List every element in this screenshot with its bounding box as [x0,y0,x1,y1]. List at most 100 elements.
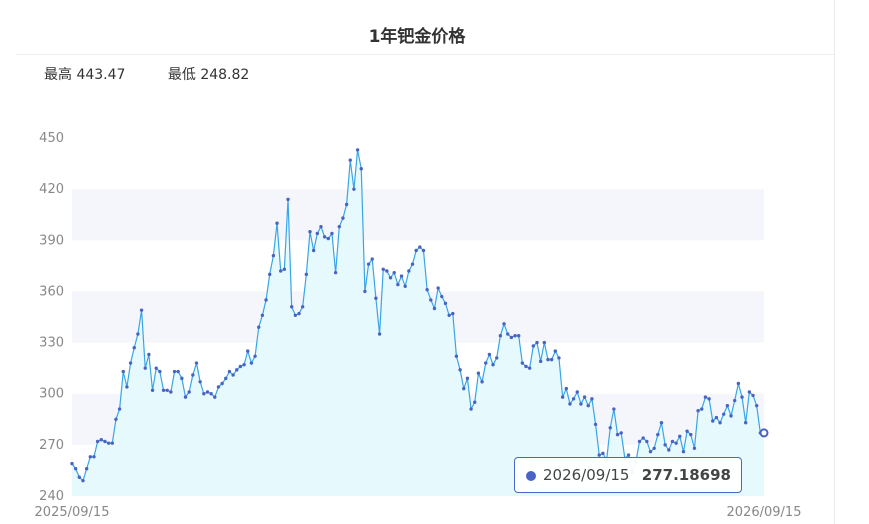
data-point [469,407,473,411]
data-point [700,407,704,411]
data-point [377,332,382,336]
data-point [495,356,499,360]
data-point [70,461,74,466]
data-point [703,395,708,399]
data-point [194,361,199,365]
data-point [99,438,103,442]
data-point [304,272,309,277]
tooltip-date: 2026/09/15 [543,466,630,484]
data-point [593,422,598,427]
data-point [502,322,506,326]
data-point [542,340,547,345]
data-point [110,441,114,445]
data-point [147,352,151,357]
data-point [158,369,162,374]
data-point [421,248,426,253]
data-point [520,361,525,365]
data-point [652,446,656,450]
data-point [176,369,180,374]
data-point [73,467,78,471]
data-point [319,224,323,229]
data-point [484,361,488,365]
data-point [586,403,590,408]
data-point [590,397,594,401]
y-tick-label: 240 [39,489,64,504]
grid-band [72,138,764,190]
data-point [125,385,129,389]
data-point [436,286,440,290]
data-point [524,364,528,369]
data-point [527,366,532,370]
y-tick-label: 330 [39,336,64,351]
data-point [88,455,93,459]
data-point [363,289,367,294]
price-line-chart[interactable]: 240 270 300 330 360 390 420 450 2025/09/15 2026/0… [0,0,834,524]
data-point [414,248,418,253]
value-tooltip: 2026/09/15 277.18698 [514,457,742,493]
data-point [754,403,759,408]
data-point [557,356,561,360]
data-point [498,334,503,338]
data-point [560,395,565,399]
data-point [388,276,393,280]
data-point [454,354,459,358]
data-point [220,381,224,386]
data-point [348,158,352,162]
data-point [183,395,188,399]
data-point [608,426,612,430]
data-point [81,478,85,483]
data-point [374,296,378,300]
data-point [286,197,290,202]
data-point [447,313,451,317]
data-point [326,236,330,241]
data-point [473,400,477,404]
data-point [315,231,320,236]
data-point [615,432,620,437]
data-point [407,269,411,273]
y-tick-label: 270 [39,438,64,453]
data-point [685,429,689,433]
data-point [648,449,653,454]
y-tick-label: 420 [39,182,64,197]
data-point [282,267,287,271]
data-point [667,448,671,452]
data-point [571,397,576,401]
data-point [480,380,484,384]
data-point [531,344,536,348]
data-point [202,392,206,396]
data-point [224,376,228,381]
data-point [553,349,557,353]
data-point [637,439,642,444]
data-point [106,441,111,445]
data-point [169,390,173,394]
data-point [92,455,96,459]
data-point [260,313,265,317]
data-point [385,269,389,273]
data-point [476,371,481,375]
data-point [187,390,191,394]
data-point [180,376,184,381]
data-point [645,439,649,444]
data-point [341,216,345,220]
data-point [322,235,327,239]
data-point [462,386,466,391]
data-point [311,248,316,253]
data-point [238,364,243,369]
x-tick-label: 2025/09/15 [35,505,110,520]
data-point [366,262,371,266]
data-point [242,363,246,367]
data-point [143,366,147,370]
data-point [575,390,579,394]
data-point [403,284,407,289]
data-point [458,368,462,372]
data-point [333,270,338,275]
data-point [601,451,605,456]
data-point [743,421,748,425]
data-point [674,441,678,445]
data-point [293,313,298,317]
data-point [370,257,374,261]
data-point [103,439,107,444]
data-point [246,349,250,353]
data-point [279,269,283,273]
data-point [352,187,356,191]
